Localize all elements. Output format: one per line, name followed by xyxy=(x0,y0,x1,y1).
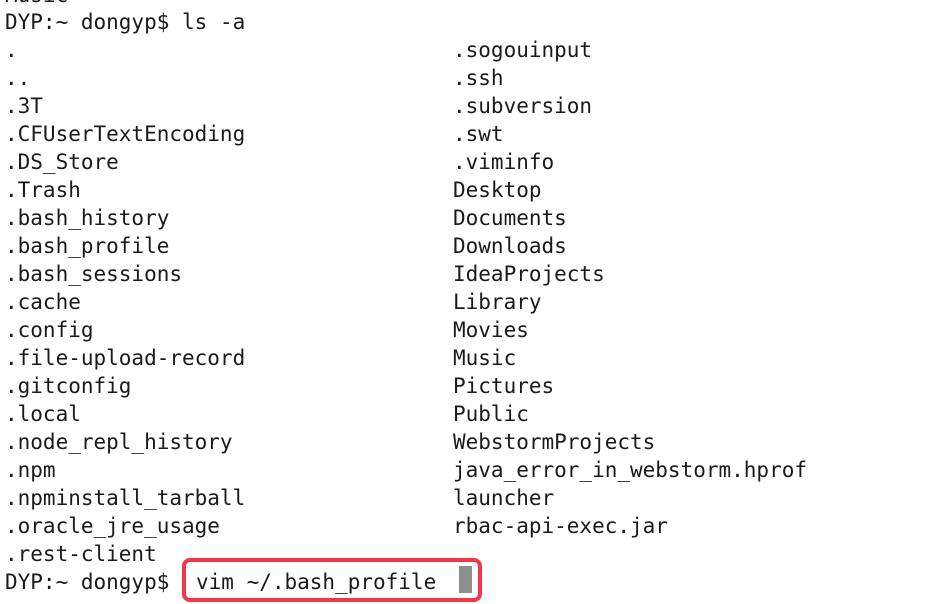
list-item: .bash_sessions xyxy=(5,262,183,286)
list-item: Public xyxy=(453,402,529,426)
list-item: Documents xyxy=(453,206,567,230)
list-item: .viminfo xyxy=(453,150,555,174)
list-item: Library xyxy=(453,290,542,314)
list-item: .sogouinput xyxy=(453,38,593,62)
list-item: IdeaProjects xyxy=(453,262,605,286)
list-item: Music xyxy=(453,346,517,370)
list-item: Pictures xyxy=(453,374,555,398)
list-item: .local xyxy=(5,402,81,426)
list-item: Downloads xyxy=(453,234,567,258)
shell-prompt-line-command: DYP:~ dongyp$ xyxy=(5,570,183,594)
list-item: Movies xyxy=(453,318,529,342)
list-item: .bash_history xyxy=(5,206,170,230)
list-item: .oracle_jre_usage xyxy=(5,514,220,538)
list-item: .bash_profile xyxy=(5,234,170,258)
list-item: .DS_Store xyxy=(5,150,119,174)
list-item: .cache xyxy=(5,290,81,314)
list-item: .npminstall_tarball xyxy=(5,486,246,510)
list-item: .swt xyxy=(453,122,504,146)
list-item: .Trash xyxy=(5,178,81,202)
list-item: .npm xyxy=(5,458,56,482)
list-item: java_error_in_webstorm.hprof xyxy=(453,458,808,482)
list-item: . xyxy=(5,38,18,62)
list-item: .. xyxy=(5,66,31,90)
shell-prompt-line-ls: DYP:~ dongyp$ ls -a xyxy=(5,10,246,34)
list-item: .file-upload-record xyxy=(5,346,246,370)
list-item: .config xyxy=(5,318,94,342)
list-item: launcher xyxy=(453,486,555,510)
list-item: .CFUserTextEncoding xyxy=(5,122,246,146)
list-item: Desktop xyxy=(453,178,542,202)
list-item: .ssh xyxy=(453,66,504,90)
list-item: WebstormProjects xyxy=(453,430,656,454)
list-item: .node_repl_history xyxy=(5,430,233,454)
list-item: rbac-api-exec.jar xyxy=(453,514,668,538)
list-item: .rest-client xyxy=(5,542,157,566)
list-item: .gitconfig xyxy=(5,374,132,398)
list-item: .3T xyxy=(5,94,43,118)
terminal-window[interactable]: Music DYP:~ dongyp$ ls -a . .. .3T .CFUs… xyxy=(0,0,926,604)
annotation-highlight-box xyxy=(182,558,482,602)
list-item: .subversion xyxy=(453,94,593,118)
